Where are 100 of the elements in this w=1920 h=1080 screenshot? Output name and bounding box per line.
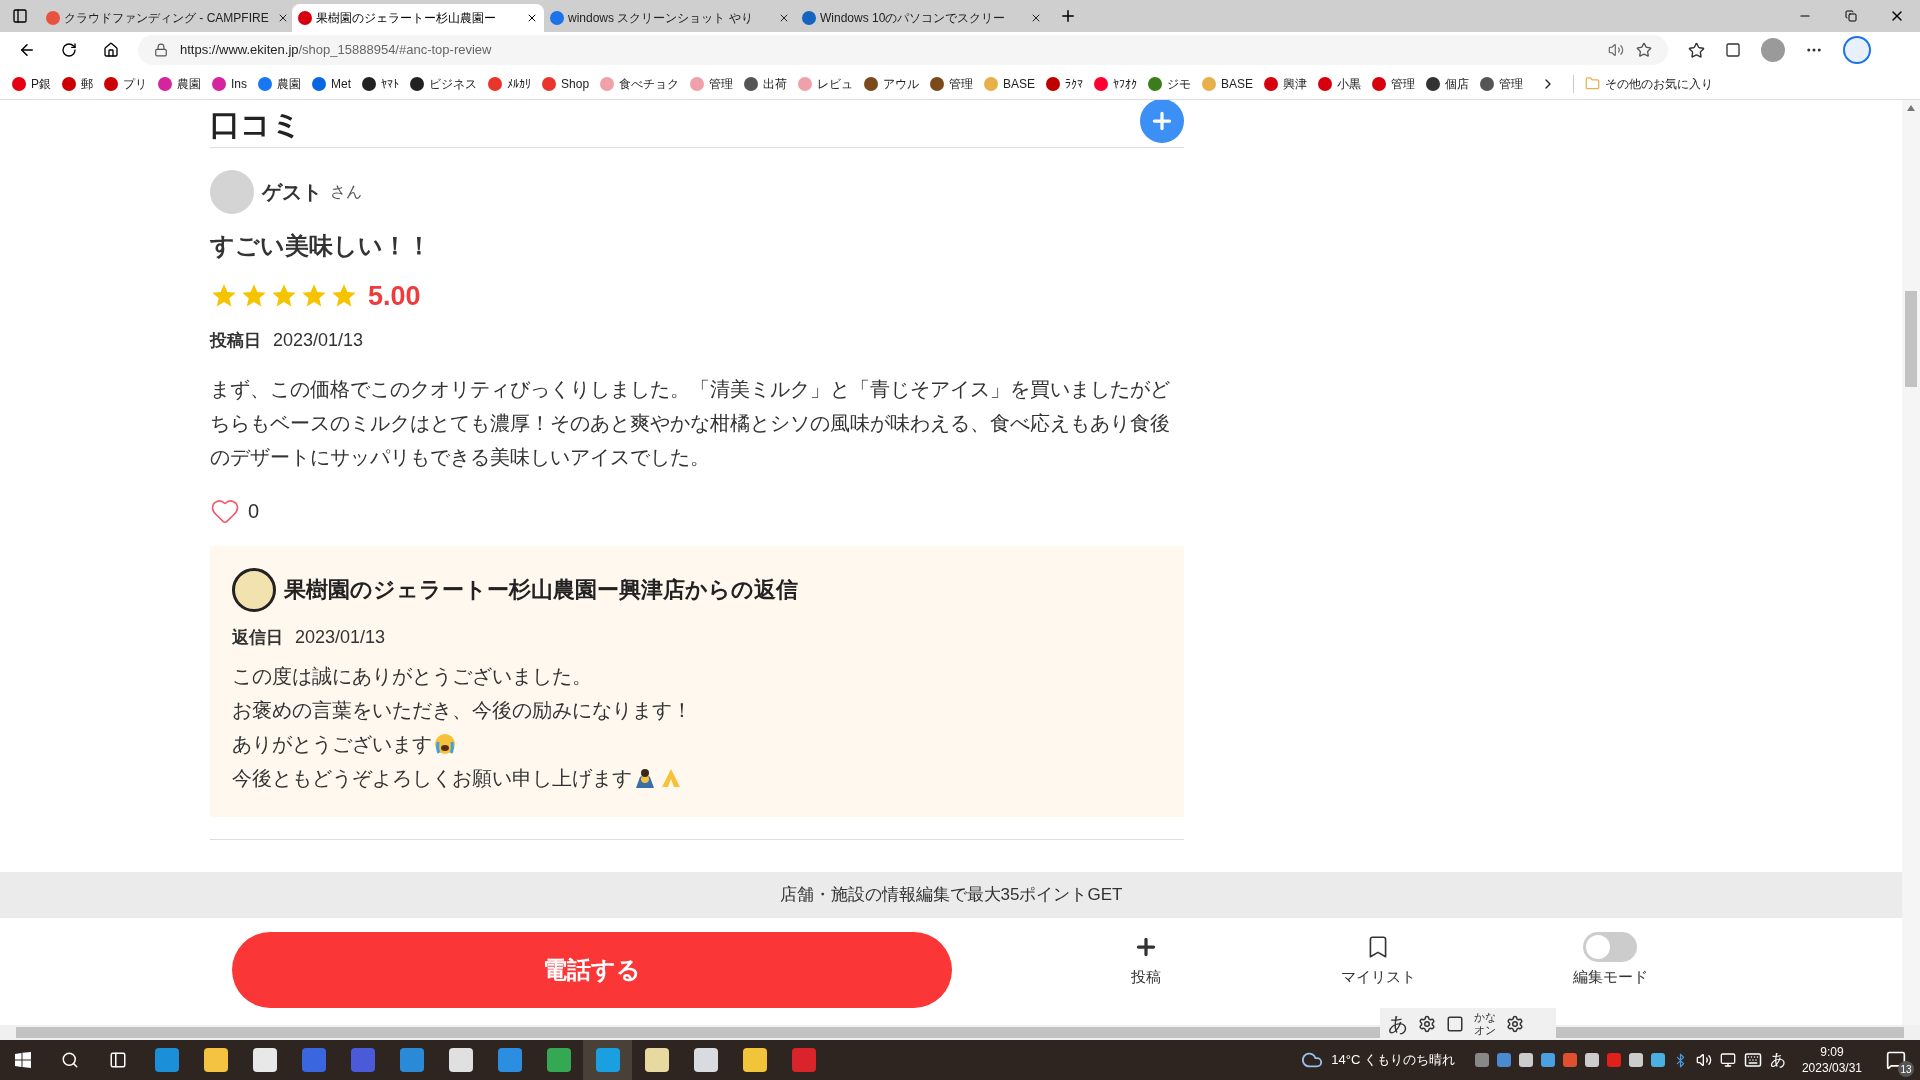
- tray-icon[interactable]: [1584, 1053, 1599, 1067]
- bookmark-item[interactable]: BASE: [984, 74, 1036, 93]
- bookmark-item[interactable]: 管理: [930, 74, 974, 93]
- taskbar-app-icon[interactable]: [203, 1048, 228, 1072]
- bookmark-item[interactable]: 郵: [62, 74, 93, 93]
- reply-line: ありがとうございます: [232, 731, 432, 757]
- restore-icon[interactable]: [1845, 10, 1857, 22]
- tab-title: クラウドファンディング - CAMPFIRE: [64, 10, 269, 27]
- tray-icon[interactable]: [1562, 1053, 1577, 1067]
- clock[interactable]: 9:09 2023/03/31: [1793, 1044, 1870, 1076]
- tray-icon[interactable]: [1628, 1053, 1643, 1067]
- bookmark-item[interactable]: ﾗｸﾏ: [1046, 74, 1084, 93]
- action-label[interactable]: 投稿: [1131, 966, 1161, 989]
- taskbar-app-icon[interactable]: [546, 1048, 571, 1072]
- close-icon[interactable]: [778, 12, 790, 24]
- new-tab-icon[interactable]: [1059, 7, 1077, 25]
- promo-banner[interactable]: 店舗・施設の情報編集で最大35ポイントGET: [0, 872, 1902, 918]
- bookmark-item[interactable]: 管理: [1480, 74, 1524, 93]
- bookmark-item[interactable]: アウル: [864, 74, 920, 93]
- bookmark-item[interactable]: Met: [312, 74, 352, 93]
- back-icon[interactable]: [18, 41, 36, 59]
- bookmark-item[interactable]: ﾔﾏﾄ: [362, 74, 400, 93]
- bookmark-item[interactable]: レビュ: [798, 74, 854, 93]
- bookmark-item[interactable]: 農園: [158, 74, 201, 93]
- bookmark-item[interactable]: 管理: [1372, 74, 1416, 93]
- taskbar-app-icon[interactable]: [644, 1048, 669, 1072]
- reply-line: お褒めの言葉をいただき、今後の励みになります！: [232, 697, 692, 723]
- bookmark-item[interactable]: Ins: [212, 74, 248, 93]
- toggle-switch[interactable]: [1583, 932, 1637, 962]
- other-favorites[interactable]: その他のお気に入り: [1585, 74, 1714, 93]
- tray-icon[interactable]: [1474, 1053, 1489, 1067]
- close-icon[interactable]: [1030, 12, 1042, 24]
- browser-tab[interactable]: 果樹園のジェラートー杉山農園ー: [292, 4, 544, 32]
- close-icon[interactable]: [526, 12, 538, 24]
- ime-indicator[interactable]: あ: [1769, 1048, 1786, 1072]
- profile-avatar[interactable]: [1761, 38, 1785, 62]
- bookmark-item[interactable]: ﾔﾌｵｸ: [1094, 74, 1138, 93]
- bookmark-item[interactable]: プリ: [104, 74, 147, 93]
- volume-icon[interactable]: [1695, 1052, 1712, 1068]
- search-icon[interactable]: [61, 1051, 79, 1069]
- bookmark-item[interactable]: 農園: [258, 74, 302, 93]
- settings-icon[interactable]: [1506, 1015, 1524, 1033]
- home-icon[interactable]: [103, 42, 119, 58]
- scrollbar-thumb[interactable]: [1905, 291, 1917, 387]
- tab-title: Windows 10のパソコンでスクリー: [820, 10, 1006, 27]
- reply-line: 今後ともどうぞよろしくお願い申し上げます: [232, 765, 632, 791]
- bookmark-item[interactable]: 食べチョク: [600, 74, 680, 93]
- reviewer-name: ゲスト: [262, 180, 322, 205]
- scroll-up-icon[interactable]: [1907, 105, 1915, 111]
- bookmark-item[interactable]: BASE: [1202, 74, 1254, 93]
- bookmark-item[interactable]: Shop: [542, 74, 590, 93]
- bookmark-item[interactable]: P銀: [12, 74, 51, 93]
- vertical-scrollbar[interactable]: [1902, 100, 1920, 1025]
- bookmark-item[interactable]: ビジネス: [410, 74, 478, 93]
- date-label: 返信日: [232, 626, 283, 649]
- lock-icon[interactable]: [154, 43, 168, 57]
- review-body: まず、この価格でこのクオリティびっくりしました。「清美ミルク」と「青じそアイス」を買いましたがどちらもベースのミルクはとても濃厚！そのあと爽やかな柑橘とシソの風味が味わえる、食べ応えもあり食後のデザートにサッパリもできる美味しいアイスでした。: [210, 376, 1171, 470]
- network-icon[interactable]: [1719, 1052, 1736, 1068]
- tray-icon[interactable]: [1650, 1053, 1665, 1067]
- tray-icon[interactable]: [1540, 1053, 1555, 1067]
- like-count: 0: [248, 498, 260, 524]
- address-field[interactable]: https://www.ekiten.jp/shop_15888954/#anc-top-review: [138, 35, 1668, 65]
- bowing-person-icon: [634, 766, 656, 789]
- read-aloud-icon[interactable]: [1608, 42, 1624, 58]
- bookmark-item[interactable]: ジモ: [1148, 74, 1192, 93]
- tray-icon[interactable]: [1496, 1053, 1511, 1067]
- weather-text[interactable]: 14°C くもりのち晴れ: [1331, 1050, 1455, 1070]
- action-label[interactable]: マイリスト: [1340, 966, 1416, 989]
- windows-logo-icon[interactable]: [15, 1052, 31, 1068]
- ime-mode[interactable]: あ: [1388, 1009, 1408, 1039]
- reply-date: 2023/01/13: [295, 625, 386, 649]
- kana-toggle[interactable]: かな オン: [1474, 1011, 1496, 1037]
- favorites-icon[interactable]: [1688, 41, 1705, 59]
- taskbar-app-icon[interactable]: [693, 1048, 718, 1072]
- reload-icon[interactable]: [61, 42, 77, 58]
- bookmark-item[interactable]: 出荷: [744, 74, 788, 93]
- post-date: 2023/01/13: [273, 328, 364, 352]
- date-label: 投稿日: [210, 329, 261, 352]
- shop-logo-placeholder: [232, 567, 276, 612]
- tab-actions-icon[interactable]: [12, 8, 28, 24]
- bookmark-item[interactable]: 小黒: [1318, 74, 1362, 93]
- tray-icon[interactable]: [1518, 1053, 1533, 1067]
- taskbar-app-icon[interactable]: [448, 1048, 473, 1072]
- bookmark-item[interactable]: 管理: [690, 74, 734, 93]
- notification-count: 13: [1898, 1061, 1914, 1077]
- taskbar-app-icon[interactable]: [742, 1048, 767, 1072]
- bookmark-item[interactable]: 個店: [1426, 74, 1470, 93]
- bookmark-item[interactable]: ﾒﾙｶﾘ: [488, 74, 532, 93]
- call-button[interactable]: 電話する: [232, 932, 952, 1008]
- section-title: 口コミ: [210, 107, 302, 143]
- keyboard-icon[interactable]: [1743, 1051, 1762, 1069]
- favorite-icon[interactable]: [1636, 42, 1652, 58]
- task-view-icon[interactable]: [109, 1051, 127, 1069]
- avatar-placeholder: [210, 170, 254, 214]
- rating-value: 5.00: [368, 280, 421, 313]
- taskbar-app-icon[interactable]: [252, 1048, 277, 1072]
- add-review-button[interactable]: [1140, 100, 1184, 143]
- assistant-icon[interactable]: [1843, 36, 1871, 64]
- action-label[interactable]: 編集モード: [1572, 966, 1648, 989]
- bookmark-item[interactable]: 興津: [1264, 74, 1308, 93]
